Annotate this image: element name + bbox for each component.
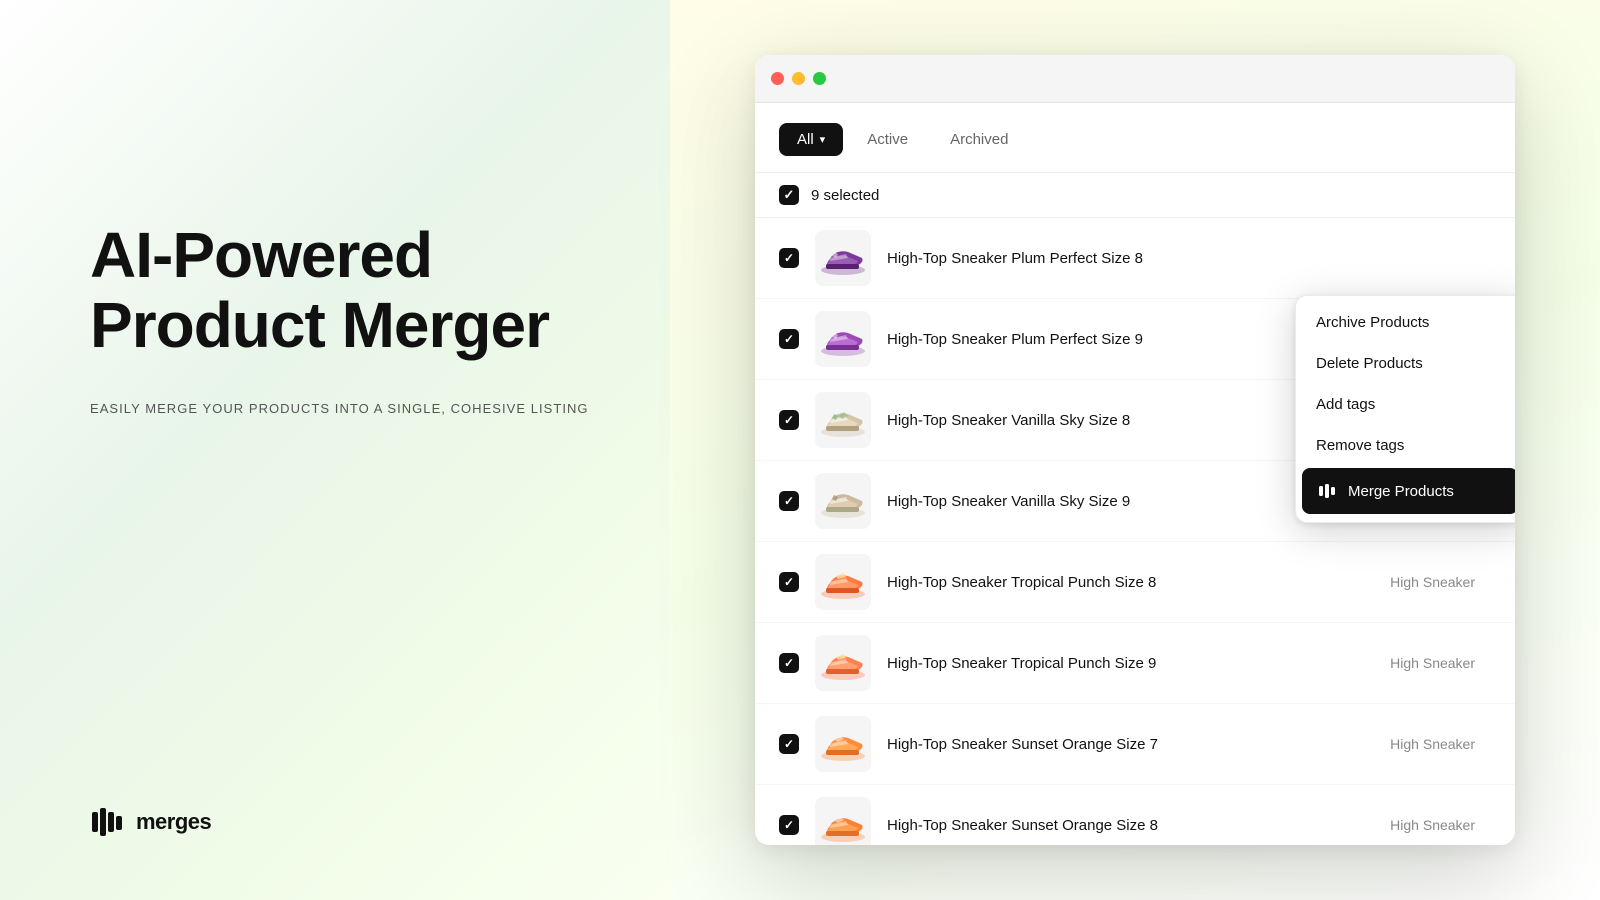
- row-checkbox[interactable]: [779, 734, 799, 754]
- tab-active[interactable]: Active: [849, 123, 926, 156]
- tab-archived[interactable]: Archived: [932, 123, 1026, 156]
- product-image: [815, 554, 871, 610]
- app-window: All ▾ Active Archived 9 selected: [755, 55, 1515, 845]
- table-row: High-Top Sneaker Plum Perfect Size 8: [755, 218, 1515, 299]
- add-tags-item[interactable]: Add tags: [1296, 384, 1515, 425]
- hero-content: AI-Powered Product Merger EASILY MERGE Y…: [90, 220, 590, 416]
- product-name: High-Top Sneaker Sunset Orange Size 8: [887, 817, 1374, 834]
- row-checkbox[interactable]: [779, 572, 799, 592]
- product-image: [815, 797, 871, 845]
- filter-bar: All ▾ Active Archived: [755, 103, 1515, 173]
- row-checkbox[interactable]: [779, 491, 799, 511]
- chevron-down-icon: ▾: [820, 133, 826, 146]
- subtitle: EASILY MERGE YOUR PRODUCTS INTO A SINGLE…: [90, 401, 590, 416]
- archive-products-item[interactable]: Archive Products: [1296, 302, 1515, 343]
- product-type: High Sneaker: [1390, 574, 1475, 590]
- merge-icon: [1316, 480, 1338, 502]
- product-image: [815, 473, 871, 529]
- traffic-light-red[interactable]: [771, 72, 784, 85]
- table-row: High-Top Sneaker Tropical Punch Size 8 H…: [755, 542, 1515, 623]
- product-image: [815, 635, 871, 691]
- table-row: High-Top Sneaker Sunset Orange Size 8 Hi…: [755, 785, 1515, 845]
- logo-text: merges: [136, 809, 211, 835]
- select-all-checkbox[interactable]: [779, 185, 799, 205]
- product-type: High Sneaker: [1390, 736, 1475, 752]
- selected-count: 9 selected: [811, 187, 879, 204]
- product-image: [815, 716, 871, 772]
- traffic-light-green[interactable]: [813, 72, 826, 85]
- product-name: High-Top Sneaker Tropical Punch Size 9: [887, 655, 1374, 672]
- row-checkbox[interactable]: [779, 410, 799, 430]
- merges-logo-icon: [90, 804, 126, 840]
- tab-all[interactable]: All ▾: [779, 123, 843, 156]
- row-checkbox[interactable]: [779, 815, 799, 835]
- table-row: High-Top Sneaker Sunset Orange Size 7 Hi…: [755, 704, 1515, 785]
- dropdown-menu: Archive Products Delete Products Add tag…: [1295, 295, 1515, 523]
- row-checkbox[interactable]: [779, 653, 799, 673]
- title-bar: [755, 55, 1515, 103]
- row-checkbox[interactable]: [779, 248, 799, 268]
- merge-products-item[interactable]: Merge Products: [1302, 468, 1515, 514]
- left-panel: AI-Powered Product Merger EASILY MERGE Y…: [0, 0, 670, 900]
- product-image: [815, 311, 871, 367]
- product-type: High Sneaker: [1390, 817, 1475, 833]
- selection-bar: 9 selected: [755, 173, 1515, 218]
- row-checkbox[interactable]: [779, 329, 799, 349]
- product-name: High-Top Sneaker Plum Perfect Size 8: [887, 250, 1491, 267]
- product-type: High Sneaker: [1390, 655, 1475, 671]
- right-panel: All ▾ Active Archived 9 selected: [670, 0, 1600, 900]
- logo: merges: [90, 804, 590, 840]
- remove-tags-item[interactable]: Remove tags: [1296, 425, 1515, 466]
- main-title: AI-Powered Product Merger: [90, 220, 590, 361]
- traffic-light-yellow[interactable]: [792, 72, 805, 85]
- table-row: High-Top Sneaker Tropical Punch Size 9 H…: [755, 623, 1515, 704]
- product-name: High-Top Sneaker Sunset Orange Size 7: [887, 736, 1374, 753]
- product-name: High-Top Sneaker Tropical Punch Size 8: [887, 574, 1374, 591]
- product-image: [815, 392, 871, 448]
- product-image: [815, 230, 871, 286]
- delete-products-item[interactable]: Delete Products: [1296, 343, 1515, 384]
